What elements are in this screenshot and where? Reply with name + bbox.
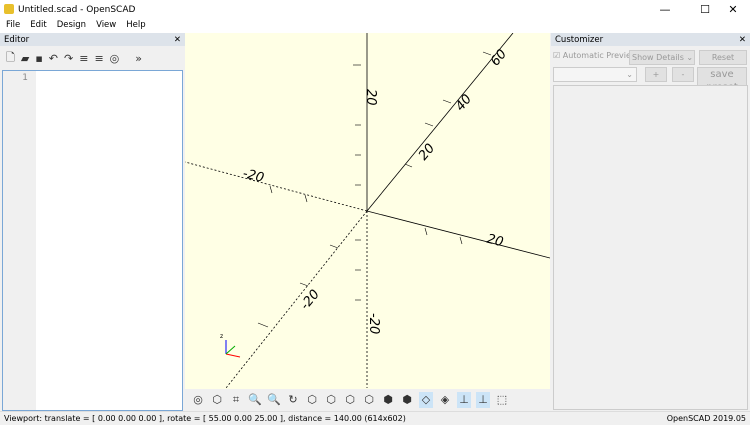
preview-icon[interactable]: ◎ <box>110 52 120 65</box>
customizer-parameters-area <box>553 85 748 410</box>
z-pos-label: 20 <box>363 89 378 106</box>
line-number-gutter: 1 <box>3 71 36 410</box>
preset-select[interactable]: ⌄ <box>553 67 637 82</box>
editor-title: Editor <box>4 34 30 45</box>
customizer-panel: Customizer ✕ ☑ Automatic Preview Show Det… <box>551 33 750 411</box>
show-axes-icon[interactable]: ⊥ <box>457 392 471 408</box>
show-details-value: Show Details <box>632 53 684 62</box>
window-title: Untitled.scad - OpenSCAD <box>18 5 136 15</box>
show-details-select[interactable]: Show Details ⌄ <box>629 50 695 65</box>
render-icon[interactable]: ⬡ <box>210 392 224 408</box>
menu-help[interactable]: Help <box>126 20 145 33</box>
x-axis-positive <box>366 210 551 259</box>
unindent-icon[interactable]: ≡ <box>94 52 103 65</box>
undo-icon[interactable]: ↶ <box>49 52 58 65</box>
status-bar: Viewport: translate = [ 0.00 0.00 0.00 ]… <box>0 411 750 424</box>
indent-icon[interactable]: ≡ <box>79 52 88 65</box>
open-folder-icon[interactable]: ▰ <box>21 52 29 65</box>
menu-view[interactable]: View <box>96 20 116 33</box>
perspective-icon[interactable]: ◇ <box>419 392 433 408</box>
editor-close-button[interactable]: ✕ <box>174 35 181 45</box>
view-bottom-icon[interactable]: ⬡ <box>343 392 357 408</box>
auto-preview-label: Automatic Preview <box>562 51 638 60</box>
minimize-button[interactable]: — <box>648 0 682 20</box>
editor-toolbar: 🗋 ▰ ▪ ↶ ↷ ≡ ≡ ◎ » <box>0 46 185 70</box>
zoom-in-icon[interactable]: 🔍 <box>248 392 262 408</box>
customizer-header: Customizer ✕ <box>551 33 750 46</box>
y-axis-negative <box>225 210 368 389</box>
version-label: OpenSCAD 2019.05 <box>666 414 746 423</box>
y-60-label: 60 <box>488 47 510 69</box>
orthogonal-icon[interactable]: ◈ <box>438 392 452 408</box>
reset-button[interactable]: Reset <box>699 50 747 65</box>
editor-header: Editor ✕ <box>0 33 185 46</box>
redo-icon[interactable]: ↷ <box>64 52 73 65</box>
x-pos-label: 20 <box>485 232 505 251</box>
view-back-icon[interactable]: ⬢ <box>400 392 414 408</box>
preview-icon[interactable]: ◎ <box>191 392 205 408</box>
gizmo-z-label: z <box>220 333 223 340</box>
view-right-icon[interactable]: ⬡ <box>305 392 319 408</box>
menu-design[interactable]: Design <box>57 20 86 33</box>
new-file-icon[interactable]: 🗋 <box>6 49 15 68</box>
title-bar: Untitled.scad - OpenSCAD — ☐ ✕ <box>0 0 750 20</box>
viewport-status: Viewport: translate = [ 0.00 0.00 0.00 ]… <box>4 414 406 423</box>
y-pos-label: 20 <box>416 141 438 163</box>
y-neg-label: -20 <box>298 287 323 313</box>
save-icon[interactable]: ▪ <box>35 52 42 65</box>
reset-view-icon[interactable]: ↻ <box>286 392 300 408</box>
view-left-icon[interactable]: ⬡ <box>362 392 376 408</box>
app-icon <box>4 4 14 14</box>
x-neg-label: -20 <box>241 166 265 186</box>
view-top-icon[interactable]: ⬡ <box>324 392 338 408</box>
view-front-icon[interactable]: ⬢ <box>381 392 395 408</box>
customizer-close-button[interactable]: ✕ <box>739 35 746 45</box>
show-scale-icon[interactable]: ⊥ <box>476 392 490 408</box>
add-preset-button[interactable]: + <box>645 67 667 82</box>
zoom-out-icon[interactable]: 🔍 <box>267 392 281 408</box>
axes-drawing: 20 -20 20 -20 20 -20 40 60 z <box>184 32 551 389</box>
menu-file[interactable]: File <box>6 20 20 33</box>
remove-preset-button[interactable]: - <box>672 67 694 82</box>
menu-edit[interactable]: Edit <box>30 20 46 33</box>
z-neg-label: -20 <box>366 313 381 334</box>
line-number: 1 <box>22 73 28 83</box>
orientation-gizmo: z <box>220 333 241 358</box>
3d-viewport[interactable]: 20 -20 20 -20 20 -20 40 60 z <box>184 32 551 389</box>
code-editor[interactable]: 1 <box>2 70 183 411</box>
close-button[interactable]: ✕ <box>716 0 750 20</box>
customizer-title: Customizer <box>555 34 604 45</box>
menu-bar: File Edit Design View Help <box>0 20 750 33</box>
editor-panel: Editor ✕ 🗋 ▰ ▪ ↶ ↷ ≡ ≡ ◎ » 1 <box>0 33 185 411</box>
y-40-label: 40 <box>453 92 475 114</box>
toolbar-overflow[interactable]: » <box>135 52 142 65</box>
x-axis-negative <box>184 161 368 212</box>
view-all-icon[interactable]: ⌗ <box>229 392 243 408</box>
viewport-toolbar: ◎ ⬡ ⌗ 🔍 🔍 ↻ ⬡ ⬡ ⬡ ⬡ ⬢ ⬢ ◇ ◈ ⊥ ⊥ ⬚ <box>185 389 550 411</box>
show-edges-icon[interactable]: ⬚ <box>495 392 509 408</box>
auto-preview-checkbox[interactable]: ☑ Automatic Preview <box>553 51 637 60</box>
